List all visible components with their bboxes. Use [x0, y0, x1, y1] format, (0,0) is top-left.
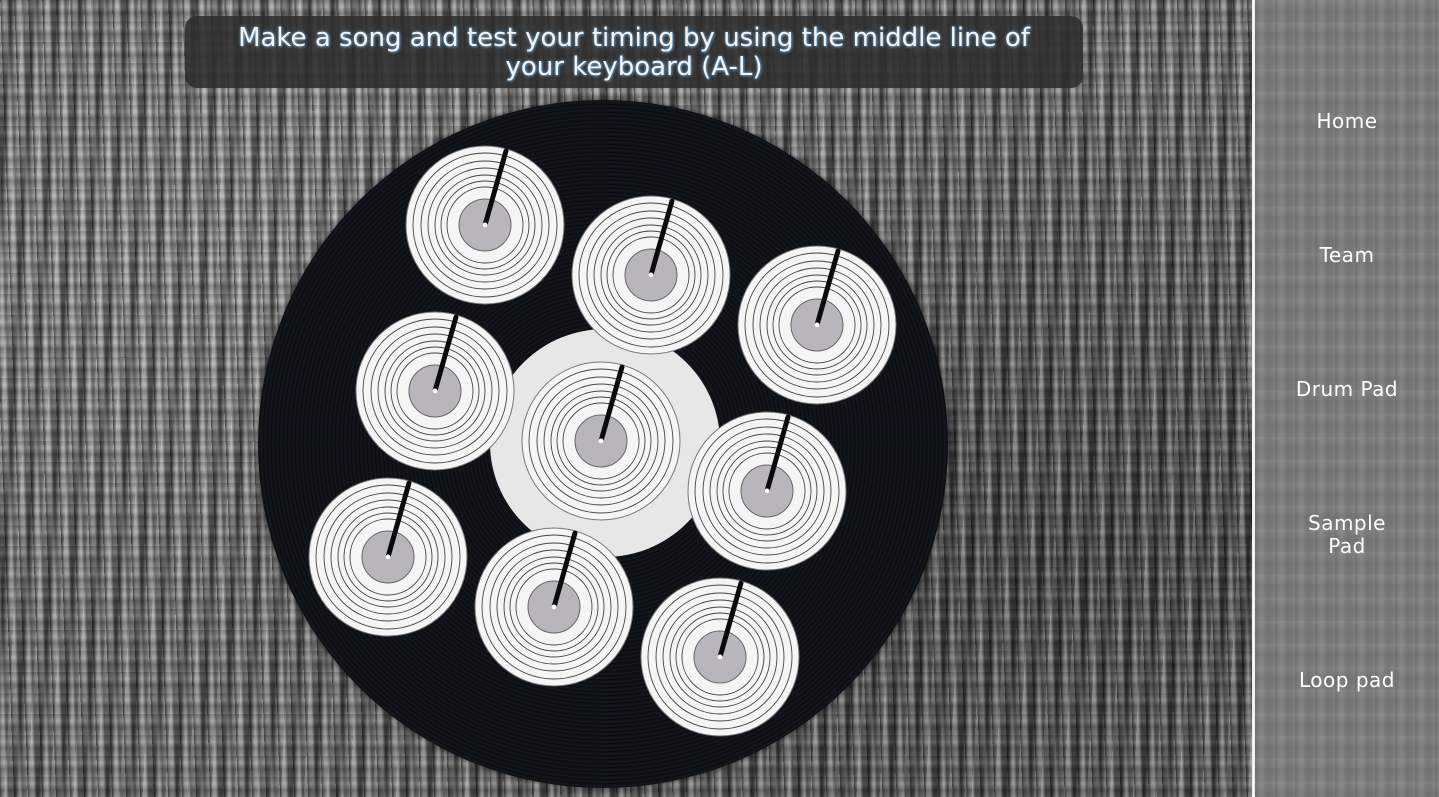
instruction-banner: Make a song and test your timing by usin…	[185, 16, 1083, 88]
turntable-record-icon	[737, 245, 897, 405]
pad-k[interactable]	[474, 527, 634, 687]
nav-drum-pad[interactable]: Drum Pad	[1255, 378, 1439, 401]
pad-s[interactable]	[571, 195, 731, 355]
nav-home[interactable]: Home	[1255, 110, 1439, 133]
turntable-record-icon	[355, 311, 515, 471]
sidebar-nav: Home Team Drum Pad Sample Pad Loop pad	[1252, 0, 1439, 797]
pad-l[interactable]	[640, 577, 800, 737]
pad-j[interactable]	[308, 477, 468, 637]
turntable-record-icon	[521, 361, 681, 521]
turntable-record-icon	[571, 195, 731, 355]
turntable-record-icon	[308, 477, 468, 637]
pad-h[interactable]	[687, 411, 847, 571]
pad-g[interactable]	[521, 361, 681, 521]
nav-loop-pad[interactable]: Loop pad	[1255, 669, 1439, 692]
pad-f[interactable]	[355, 311, 515, 471]
instruction-text: Make a song and test your timing by usin…	[238, 23, 1030, 82]
turntable-record-icon	[474, 527, 634, 687]
turntable-record-icon	[405, 145, 565, 305]
nav-sample-pad[interactable]: Sample Pad	[1292, 512, 1402, 558]
nav-team[interactable]: Team	[1255, 244, 1439, 267]
pad-a[interactable]	[405, 145, 565, 305]
turntable-record-icon	[687, 411, 847, 571]
pad-d[interactable]	[737, 245, 897, 405]
turntable-record-icon	[640, 577, 800, 737]
